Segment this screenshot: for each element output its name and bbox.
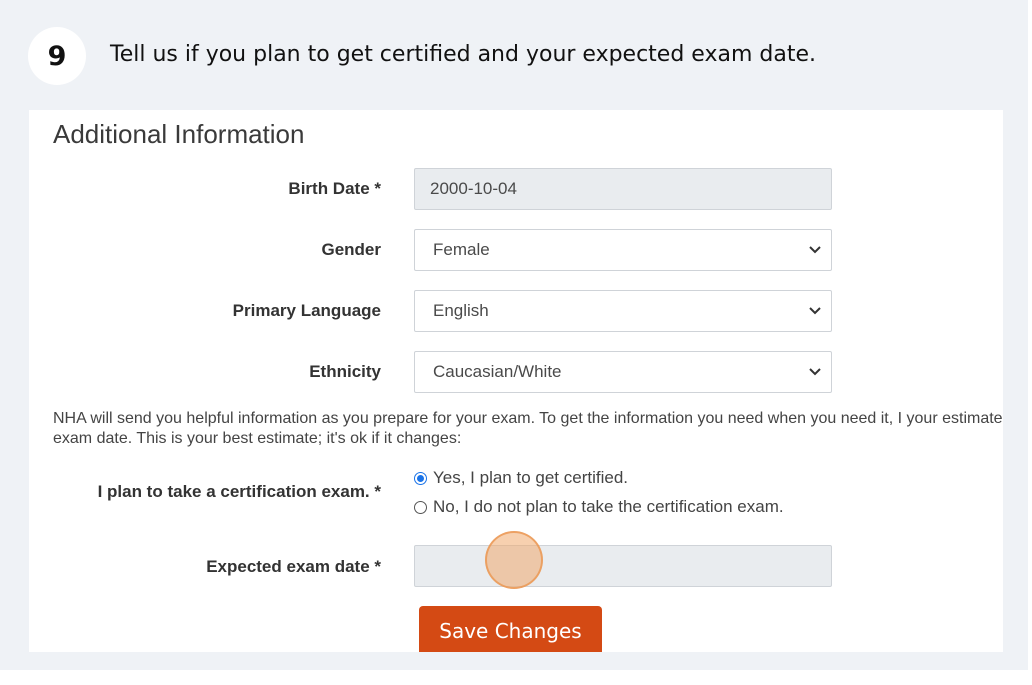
certification-label: I plan to take a certification exam. * (97, 482, 381, 501)
step-number-badge: 9 (28, 27, 86, 85)
gender-value: Female (433, 240, 490, 259)
save-changes-button[interactable]: Save Changes (419, 606, 602, 652)
gender-select[interactable]: Female (414, 229, 832, 271)
click-indicator (485, 531, 543, 589)
birth-date-value: 2000-10-04 (430, 179, 517, 198)
exam-info-note: NHA will send you helpful information as… (53, 410, 1003, 447)
chevron-down-icon (809, 368, 821, 376)
ethnicity-value: Caucasian/White (433, 362, 562, 381)
form-panel: Additional Information Birth Date * 2000… (29, 110, 1003, 652)
radio-option-yes[interactable]: Yes, I plan to get certified. (414, 468, 628, 488)
chevron-down-icon (809, 246, 821, 254)
step-instruction: Tell us if you plan to get certified and… (110, 42, 816, 67)
exam-date-label: Expected exam date * (206, 557, 381, 576)
chevron-down-icon (809, 307, 821, 315)
radio-option-yes-label: Yes, I plan to get certified. (433, 468, 628, 487)
ethnicity-select[interactable]: Caucasian/White (414, 351, 832, 393)
radio-unselected-icon[interactable] (414, 500, 427, 514)
section-title: Additional Information (53, 119, 305, 149)
ethnicity-label: Ethnicity (309, 362, 381, 381)
tutorial-frame: 9 Tell us if you plan to get certified a… (0, 0, 1028, 670)
radio-selected-icon[interactable] (414, 471, 427, 485)
birth-date-label: Birth Date * (288, 179, 381, 198)
gender-label: Gender (321, 240, 381, 259)
primary-language-value: English (433, 301, 489, 320)
birth-date-field: 2000-10-04 (414, 168, 832, 210)
primary-language-label: Primary Language (232, 301, 381, 320)
exam-date-input[interactable] (414, 545, 832, 587)
primary-language-select[interactable]: English (414, 290, 832, 332)
radio-option-no-label: No, I do not plan to take the certificat… (433, 497, 784, 516)
radio-option-no[interactable]: No, I do not plan to take the certificat… (414, 497, 784, 517)
